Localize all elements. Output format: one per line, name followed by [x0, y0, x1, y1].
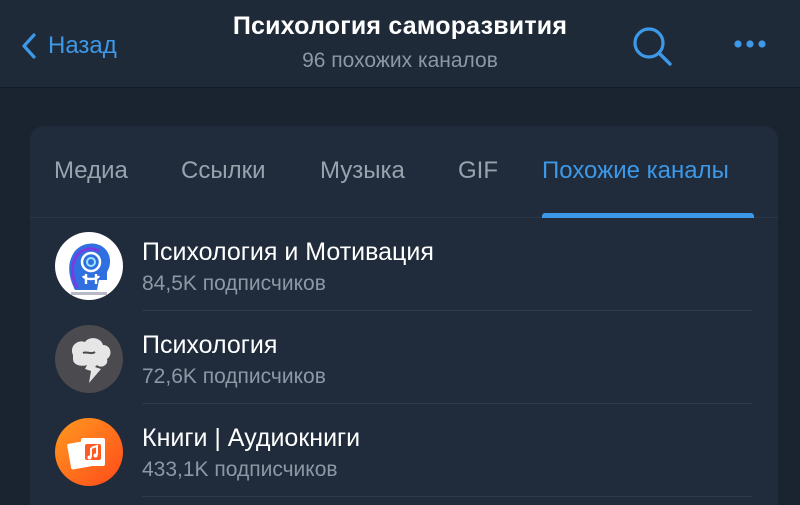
tab-media[interactable]: Медиа: [54, 157, 128, 185]
chat-title: Психология саморазвития: [232, 12, 568, 40]
top-bar: Назад Психология саморазвития 96 похожих…: [0, 0, 800, 88]
channel-subscribers: 433,1K подписчиков: [142, 458, 338, 481]
channel-subscribers: 84,5K подписчиков: [142, 272, 326, 295]
search-icon: [633, 27, 672, 66]
channel-subscribers: 72,6K подписчиков: [142, 365, 326, 388]
head-spiral-logo-icon: [55, 232, 123, 300]
chat-subtitle: 96 похожих каналов: [302, 49, 498, 72]
books-music-icon: [55, 418, 123, 486]
channel-avatar: [55, 418, 123, 486]
channel-name: Психология: [142, 331, 278, 359]
chat-title-block[interactable]: Психология саморазвития 96 похожих канал…: [0, 12, 800, 73]
more-dots-icon: [734, 40, 766, 48]
channel-avatar: [55, 232, 123, 300]
search-button[interactable]: [630, 24, 674, 68]
shared-media-panel: Медиа Ссылки Музыка GIF Похожие каналы П…: [30, 126, 778, 505]
tab-similar-channels[interactable]: Похожие каналы: [542, 157, 729, 185]
brain-lightning-icon: [55, 325, 123, 393]
tab-gif[interactable]: GIF: [458, 157, 498, 185]
tab-music[interactable]: Музыка: [320, 157, 405, 185]
tab-links[interactable]: Ссылки: [181, 157, 266, 185]
row-divider: [142, 496, 752, 497]
more-button[interactable]: [730, 30, 770, 58]
channel-name: Книги | Аудиокниги: [142, 424, 361, 452]
tab-bar: Медиа Ссылки Музыка GIF Похожие каналы: [30, 126, 778, 218]
channel-row[interactable]: Психология и Мотивация 84,5K подписчиков: [30, 218, 778, 311]
channel-name: Психология и Мотивация: [142, 238, 434, 266]
channel-row[interactable]: Книги | Аудиокниги 433,1K подписчиков: [30, 404, 778, 497]
channel-row[interactable]: Психология 72,6K подписчиков: [30, 311, 778, 404]
channel-avatar: [55, 325, 123, 393]
